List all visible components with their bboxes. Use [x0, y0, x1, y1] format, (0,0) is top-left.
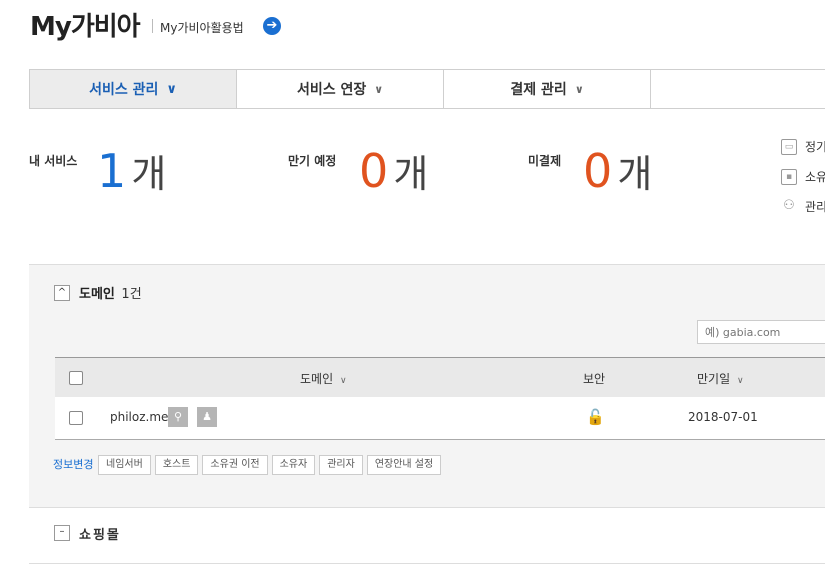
domain-name[interactable]: philoz.me — [110, 410, 168, 424]
tab-label: 서비스 연장 — [296, 82, 367, 98]
unpaid-label: 미결제 — [528, 154, 562, 168]
my-services-number: 1 — [97, 144, 127, 198]
expiring-unit: 개 — [393, 152, 429, 196]
user-icon[interactable]: ♟ — [197, 407, 217, 427]
side-link-label: 관리 — [805, 200, 825, 214]
chevron-down-icon: ∨ — [736, 376, 744, 386]
tab-extra[interactable] — [651, 70, 825, 108]
row-checkbox[interactable] — [69, 411, 83, 425]
expiring-count[interactable]: 0 개 — [359, 143, 428, 198]
tab-label: 결제 관리 — [510, 82, 567, 98]
table-row: philoz.me ⚲ ♟ 🔓 2018-07-01 — [55, 397, 825, 440]
tab-service-management[interactable]: 서비스 관리 ∨ — [30, 70, 238, 108]
shopping-section-title: 쇼핑몰 — [79, 528, 121, 543]
column-domain-label: 도메인 — [300, 372, 334, 386]
unpaid-count[interactable]: 0 개 — [583, 143, 652, 198]
page-title: My가비아 — [30, 12, 141, 42]
ownership-transfer-button[interactable]: 소유권 이전 — [202, 455, 268, 475]
expiring-label: 만기 예정 — [288, 154, 337, 168]
renewal-notice-settings-button[interactable]: 연장안내 설정 — [366, 455, 442, 475]
manager-button[interactable]: 관리자 — [319, 455, 363, 475]
chevron-down-icon: ∨ — [339, 376, 347, 386]
domain-search-input[interactable] — [697, 320, 825, 344]
unpaid-number: 0 — [583, 144, 613, 198]
nameserver-button[interactable]: 네임서버 — [98, 455, 151, 475]
host-button[interactable]: 호스트 — [154, 455, 199, 475]
chevron-down-icon: ∨ — [574, 82, 584, 96]
card-icon: ▭ — [781, 138, 797, 155]
side-link-owner[interactable]: ▪ 소유 — [781, 168, 825, 185]
id-card-icon: ▪ — [781, 168, 797, 185]
expand-toggle-icon[interactable]: – — [54, 525, 70, 541]
main-tabs: 서비스 관리 ∨ 서비스 연장 ∨ 결제 관리 ∨ — [29, 69, 825, 109]
tab-payment-management[interactable]: 결제 관리 ∨ — [444, 70, 652, 108]
guide-link[interactable]: My가비아활용법 — [160, 19, 244, 36]
domain-count: 1건 — [121, 287, 142, 302]
expiring-number: 0 — [359, 144, 389, 198]
side-link-regular[interactable]: ▭ 정기 — [781, 138, 825, 155]
column-security: 보안 — [583, 372, 606, 386]
edit-info-label: 정보변경 — [53, 458, 94, 471]
domain-table-header: 도메인 ∨ 보안 만기일 ∨ — [55, 357, 825, 398]
domain-section-title: 도메인 1건 — [79, 283, 142, 302]
edit-button-group: 네임서버 호스트 소유권 이전 소유자 관리자 연장안내 설정 — [98, 455, 442, 475]
divider — [152, 19, 153, 33]
column-expiry-label: 만기일 — [697, 372, 731, 386]
domain-title-text: 도메인 — [79, 287, 115, 302]
search-icon[interactable]: ⚲ — [168, 407, 188, 427]
column-domain[interactable]: 도메인 ∨ — [300, 370, 347, 387]
side-link-manager[interactable]: ⚇ 관리 — [781, 198, 825, 215]
collapse-toggle-icon[interactable]: ^ — [54, 285, 70, 301]
tab-service-renewal[interactable]: 서비스 연장 ∨ — [237, 70, 445, 108]
column-expiry[interactable]: 만기일 ∨ — [697, 370, 744, 387]
tab-label: 서비스 관리 — [89, 82, 159, 98]
arrow-right-icon[interactable]: ➔ — [263, 17, 281, 35]
side-link-label: 정기 — [805, 140, 825, 154]
divider — [29, 563, 825, 564]
my-services-count[interactable]: 1 개 — [97, 143, 166, 198]
my-services-label: 내 서비스 — [29, 154, 78, 168]
unlock-icon: 🔓 — [586, 408, 605, 426]
owner-button[interactable]: 소유자 — [271, 455, 316, 475]
unpaid-unit: 개 — [617, 152, 653, 196]
chevron-down-icon: ∨ — [374, 82, 384, 96]
side-link-label: 소유 — [805, 170, 825, 184]
chevron-down-icon: ∨ — [166, 81, 177, 97]
select-all-checkbox[interactable] — [69, 371, 83, 385]
my-services-unit: 개 — [131, 152, 167, 196]
users-icon: ⚇ — [783, 197, 795, 213]
expiry-date: 2018-07-01 — [688, 410, 758, 424]
